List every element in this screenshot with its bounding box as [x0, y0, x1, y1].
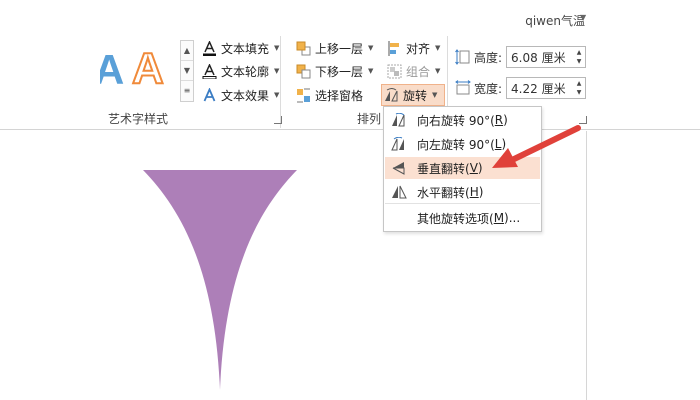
text-outline-icon	[202, 63, 217, 79]
spinner-arrows-icon[interactable]: ▲ ▼	[573, 79, 585, 97]
align-label: 对齐	[406, 41, 431, 56]
menu-item-key: H	[469, 185, 479, 199]
rotate-right-icon	[391, 112, 407, 127]
menu-item-key: M	[493, 211, 505, 225]
menu-item-flip-horizontal[interactable]: 水平翻转(H)	[385, 181, 540, 203]
text-fill-label: 文本填充	[221, 41, 270, 56]
height-value[interactable]: 6.08 厘米	[511, 49, 573, 66]
menu-item-key: V	[469, 161, 478, 175]
wordart-style-blue[interactable]: A	[100, 46, 124, 94]
wordart-style-gallery[interactable]: A A	[100, 40, 180, 102]
send-backward-icon	[296, 64, 311, 79]
text-outline-label: 文本轮廓	[221, 64, 270, 79]
chevron-down-icon: ▼	[368, 44, 374, 52]
selection-pane-button[interactable]: 选择窗格	[296, 85, 363, 105]
chevron-down-icon: ▼	[435, 44, 441, 52]
gallery-more-icon[interactable]: ≡	[181, 81, 193, 101]
wordart-dialog-launcher-icon[interactable]	[274, 116, 282, 124]
height-icon	[455, 49, 471, 65]
wordart-style-orange[interactable]: A	[131, 43, 165, 94]
width-icon	[455, 80, 471, 96]
menu-item-suffix: )...	[504, 211, 521, 225]
text-outline-button[interactable]: 文本轮廓 ▼	[202, 61, 279, 81]
width-spinner[interactable]: 4.22 厘米 ▲ ▼	[506, 77, 587, 99]
text-effects-icon	[202, 87, 217, 103]
chevron-down-icon: ▼	[274, 67, 280, 75]
selection-pane-label: 选择窗格	[315, 88, 364, 103]
group-icon	[387, 64, 402, 79]
height-label: 高度:	[474, 50, 503, 65]
menu-item-more-rotation-options[interactable]: 其他旋转选项(M)...	[385, 207, 540, 229]
rotate-button[interactable]: 旋转 ▼	[384, 85, 437, 105]
blank-icon	[391, 211, 407, 225]
bring-forward-icon	[296, 41, 311, 56]
spinner-arrows-icon[interactable]: ▲ ▼	[573, 48, 585, 66]
width-value[interactable]: 4.22 厘米	[511, 80, 573, 97]
user-name[interactable]: qiwen气温	[525, 12, 585, 29]
arrange-group-label: 排列	[357, 112, 382, 126]
chevron-down-icon: ▼	[435, 67, 441, 75]
bring-forward-button[interactable]: 上移一层 ▼	[296, 38, 373, 58]
gallery-scroll-down-icon[interactable]: ▼	[181, 61, 193, 81]
group-label: 组合	[406, 64, 431, 79]
chevron-down-icon: ▼	[432, 91, 438, 99]
menu-item-label: 其他旋转选项(	[417, 211, 494, 226]
gallery-scroll-up-icon[interactable]: ▲	[181, 41, 193, 61]
chevron-down-icon: ▼	[274, 91, 280, 99]
height-spinner[interactable]: 6.08 厘米 ▲ ▼	[506, 46, 587, 68]
wordart-styles-group-label: 艺术字样式	[108, 112, 169, 126]
align-button[interactable]: 对齐 ▼	[387, 38, 440, 58]
text-effects-button[interactable]: 文本效果 ▼	[202, 85, 279, 105]
text-fill-icon	[202, 40, 217, 56]
gallery-scrollbar[interactable]: ▲ ▼ ≡	[180, 40, 194, 102]
text-effects-label: 文本效果	[221, 88, 270, 103]
menu-item-label: 垂直翻转(	[417, 161, 470, 176]
purple-funnel-shape[interactable]	[140, 168, 300, 393]
flip-vertical-icon	[391, 161, 407, 175]
bring-forward-label: 上移一层	[315, 41, 364, 56]
group-divider	[280, 36, 281, 128]
rotate-label: 旋转	[403, 88, 428, 103]
align-icon	[387, 40, 402, 56]
red-annotation-arrow-icon	[492, 125, 581, 168]
width-label: 宽度:	[474, 81, 503, 96]
text-fill-button[interactable]: 文本填充 ▼	[202, 38, 279, 58]
menu-item-label: 水平翻转(	[417, 185, 470, 200]
send-backward-label: 下移一层	[315, 64, 364, 79]
chevron-down-icon: ▼	[274, 44, 280, 52]
flip-horizontal-icon	[391, 185, 407, 199]
rotate-icon	[384, 87, 399, 103]
width-row: 宽度: 4.22 厘米 ▲ ▼	[455, 76, 587, 100]
menu-item-suffix: )	[478, 185, 484, 199]
send-backward-button[interactable]: 下移一层 ▼	[296, 61, 373, 81]
user-menu-chevron-icon[interactable]: ▼	[580, 13, 586, 22]
menu-separator	[385, 203, 540, 204]
selection-pane-icon	[296, 88, 311, 103]
group-button[interactable]: 组合 ▼	[387, 61, 440, 81]
rotate-left-icon	[391, 136, 407, 151]
height-row: 高度: 6.08 厘米 ▲ ▼	[455, 45, 587, 69]
chevron-down-icon: ▼	[368, 67, 374, 75]
